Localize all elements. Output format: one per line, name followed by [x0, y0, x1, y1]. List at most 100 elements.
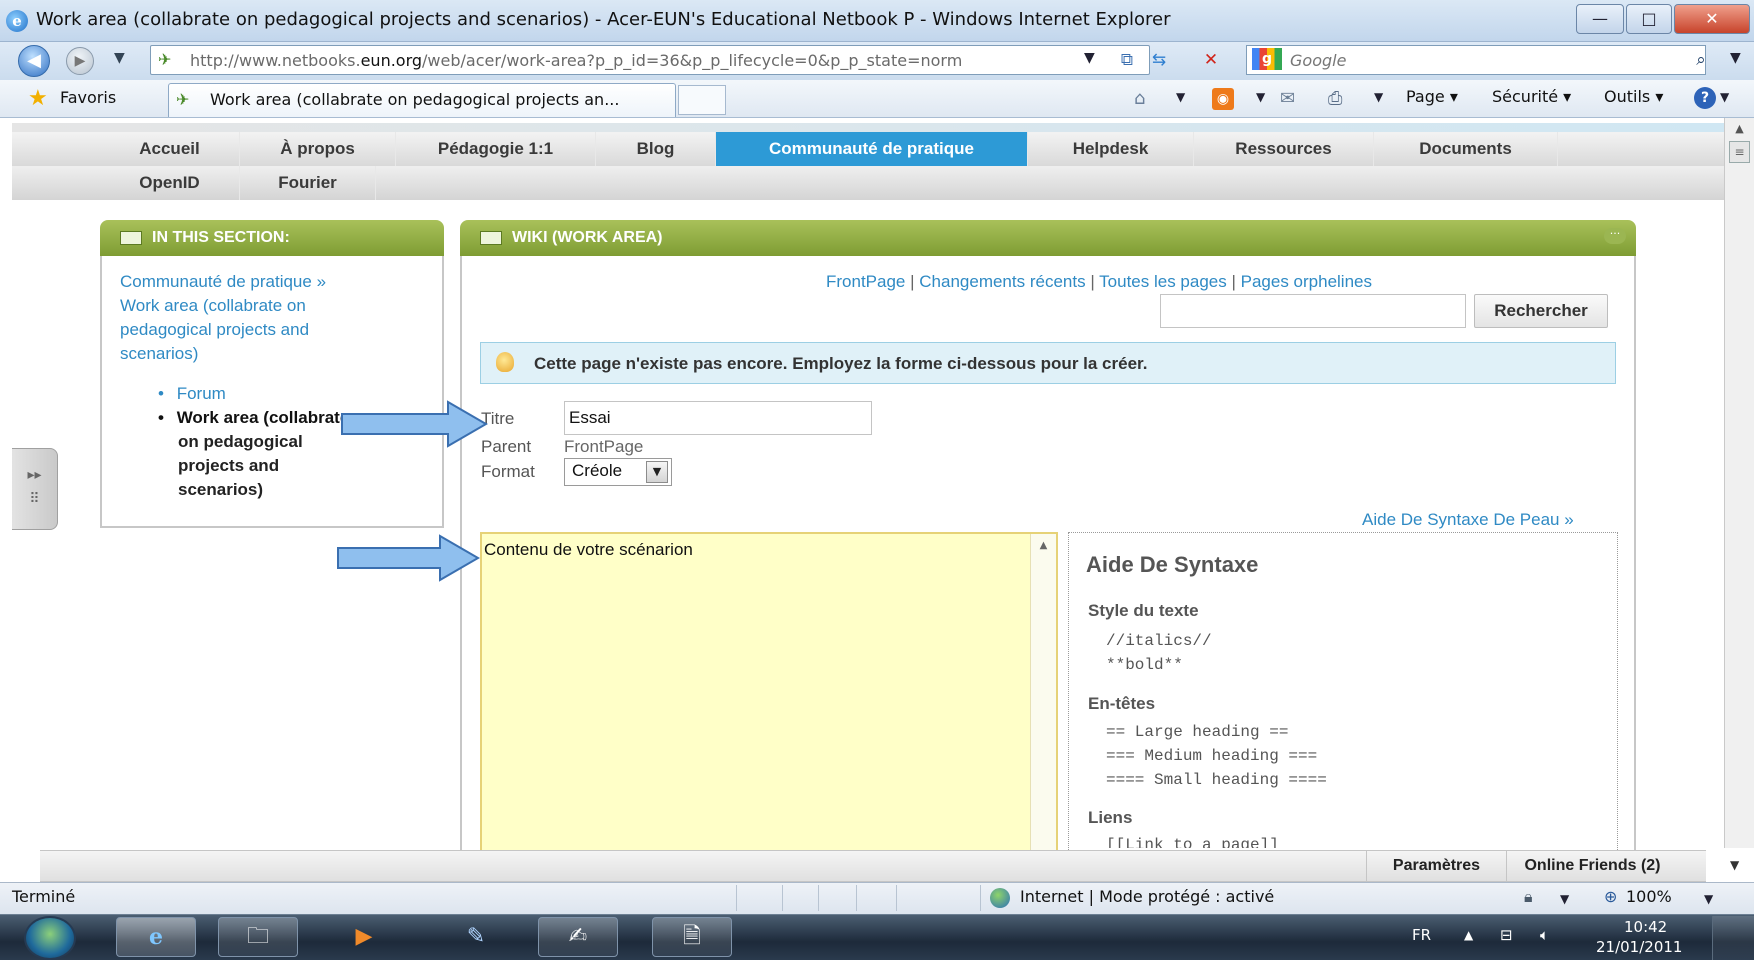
scroll-thumb[interactable]: ≡: [1729, 141, 1750, 163]
taskbar-tool-button[interactable]: ✎: [436, 917, 516, 957]
recent-changes-link[interactable]: Changements récents: [919, 272, 1085, 291]
nav-helpdesk[interactable]: Helpdesk: [1028, 132, 1194, 166]
scroll-up-icon[interactable]: ▲: [1725, 118, 1754, 135]
compatibility-icon[interactable]: ⧉: [1114, 48, 1140, 72]
page-menu[interactable]: Page ▾: [1406, 87, 1458, 106]
nav-communaute[interactable]: Communauté de pratique: [716, 132, 1028, 166]
section-item-work-area[interactable]: • Work area (collabrate: [158, 408, 349, 428]
tool-icon: ✎: [466, 924, 486, 949]
mail-icon[interactable]: ✉: [1280, 88, 1295, 109]
rss-feed-icon[interactable]: ◉: [1212, 88, 1234, 110]
print-dropdown-icon[interactable]: ▼: [1374, 90, 1383, 104]
search-icon[interactable]: ⌕: [1688, 48, 1714, 72]
zoom-dropdown-icon[interactable]: ▼: [1704, 892, 1713, 906]
section-portlet-title: IN THIS SECTION:: [152, 229, 290, 246]
protected-mode-dropdown-icon[interactable]: ▼: [1560, 892, 1569, 906]
search-options-icon[interactable]: ▼: [1730, 50, 1741, 66]
nav-openid[interactable]: OpenID: [100, 166, 240, 200]
format-select-value: Créole: [572, 461, 623, 480]
section-item-forum[interactable]: • Forum: [158, 384, 226, 404]
back-button[interactable]: ◀: [18, 45, 50, 77]
breadcrumb-line-1[interactable]: Work area (collabrate on: [120, 296, 306, 316]
section-item-work-area-line4: scenarios): [178, 480, 264, 499]
home-dropdown-icon[interactable]: ▼: [1176, 90, 1185, 104]
nav-documents[interactable]: Documents: [1374, 132, 1558, 166]
title-input[interactable]: Essai: [564, 401, 872, 435]
help-dropdown-icon[interactable]: ▼: [1720, 90, 1729, 104]
orphan-pages-link[interactable]: Pages orphelines: [1241, 272, 1372, 291]
favorites-button[interactable]: Favoris: [60, 88, 116, 107]
textarea-scrollbar[interactable]: ▲: [1030, 534, 1056, 860]
zoom-level[interactable]: 100%: [1626, 887, 1672, 906]
security-zone-text[interactable]: Internet | Mode protégé : activé: [1020, 887, 1274, 906]
online-friends-button[interactable]: Online Friends (2): [1506, 850, 1678, 882]
breadcrumb-line-3[interactable]: scenarios): [120, 344, 198, 364]
section-item-work-area-line2: on pedagogical: [178, 432, 303, 451]
address-dropdown-icon[interactable]: ▼: [1084, 50, 1095, 66]
new-tab-button[interactable]: [678, 85, 726, 115]
nav-accueil[interactable]: Accueil: [100, 132, 240, 166]
maximize-button[interactable]: □: [1626, 4, 1672, 34]
section-item-work-area-line3: projects and: [178, 456, 280, 475]
network-icon[interactable]: ⊟: [1500, 926, 1513, 944]
show-desktop-button[interactable]: [1712, 916, 1754, 960]
close-button[interactable]: ✕: [1674, 4, 1750, 34]
dock-toggle[interactable]: ▸▸ ⠿: [12, 448, 58, 530]
taskbar-media-button[interactable]: ▶: [324, 917, 404, 957]
feed-dropdown-icon[interactable]: ▼: [1256, 90, 1265, 104]
history-dropdown-icon[interactable]: ▼: [114, 50, 125, 66]
show-hidden-icons[interactable]: ▲: [1464, 928, 1473, 942]
nav-blog[interactable]: Blog: [596, 132, 716, 166]
parent-value: FrontPage: [564, 437, 644, 456]
google-logo-icon: g: [1252, 48, 1282, 70]
print-icon[interactable]: ⎙: [1328, 88, 1342, 109]
nav-a-propos[interactable]: À propos: [240, 132, 396, 166]
minimize-button[interactable]: —: [1576, 4, 1624, 34]
wiki-search-button[interactable]: Rechercher: [1474, 294, 1608, 328]
tab-label: Work area (collabrate on pedagogical pro…: [210, 90, 620, 109]
settings-button[interactable]: Paramètres: [1366, 850, 1506, 882]
breadcrumb-parent-link[interactable]: Communauté de pratique »: [120, 272, 326, 292]
nav-fourier[interactable]: Fourier: [240, 166, 376, 200]
address-text[interactable]: http://www.netbooks.eun.org/web/acer/wor…: [190, 51, 962, 70]
security-menu[interactable]: Sécurité ▾: [1492, 87, 1571, 106]
document-icon: 🗎︎: [683, 924, 701, 949]
syntax-line-link-clip: [[Link to a page]]: [1090, 836, 1610, 848]
forward-button[interactable]: ▶: [66, 47, 94, 75]
clock-time[interactable]: 10:42: [1624, 918, 1667, 936]
stop-icon[interactable]: ✕: [1198, 48, 1224, 72]
zoom-icon[interactable]: ⊕: [1604, 887, 1617, 906]
home-icon[interactable]: ⌂: [1134, 88, 1145, 109]
nav-ressources[interactable]: Ressources: [1194, 132, 1374, 166]
all-pages-link[interactable]: Toutes les pages: [1099, 272, 1227, 291]
page-scrollbar[interactable]: ▲ ≡: [1724, 118, 1754, 848]
wiki-search-input[interactable]: [1160, 294, 1466, 328]
textarea-scroll-up-icon[interactable]: ▲: [1040, 540, 1048, 551]
taskbar-explorer-button[interactable]: 🗀︎: [218, 917, 298, 957]
portlet-options-icon[interactable]: ···: [1604, 228, 1626, 244]
syntax-help-link[interactable]: Aide De Syntaxe De Peau »: [1362, 510, 1574, 530]
refresh-icon[interactable]: ⇆: [1146, 48, 1172, 72]
content-textarea[interactable]: [480, 532, 1058, 862]
format-dropdown-icon[interactable]: ▼: [646, 461, 668, 483]
nav-pedagogie[interactable]: Pédagogie 1:1: [396, 132, 596, 166]
scroll-down-icon[interactable]: ▼: [1730, 858, 1739, 872]
help-icon[interactable]: ?: [1694, 87, 1716, 109]
taskbar-odt-button[interactable]: 🗎︎: [652, 917, 732, 957]
breadcrumb-line-2[interactable]: pedagogical projects and: [120, 320, 309, 340]
clock-date[interactable]: 21/01/2011: [1596, 938, 1682, 956]
start-button[interactable]: [24, 916, 76, 960]
syntax-line-large-heading: == Large heading ==: [1106, 723, 1289, 741]
tools-menu[interactable]: Outils ▾: [1604, 87, 1663, 106]
status-text: Terminé: [12, 887, 76, 906]
volume-icon[interactable]: 🔈︎: [1540, 926, 1549, 944]
frontpage-link[interactable]: FrontPage: [826, 272, 905, 291]
favorites-star-icon[interactable]: ★: [28, 86, 48, 111]
protected-mode-icon[interactable]: 🔒︎: [1524, 887, 1533, 907]
language-indicator[interactable]: FR: [1412, 926, 1431, 944]
ie-taskbar-icon: e: [149, 924, 163, 950]
taskbar-writer-button[interactable]: ✍: [538, 917, 618, 957]
taskbar-ie-button[interactable]: e: [116, 917, 196, 957]
syntax-section-headings: En-têtes: [1088, 694, 1156, 713]
format-label: Format: [481, 462, 535, 481]
